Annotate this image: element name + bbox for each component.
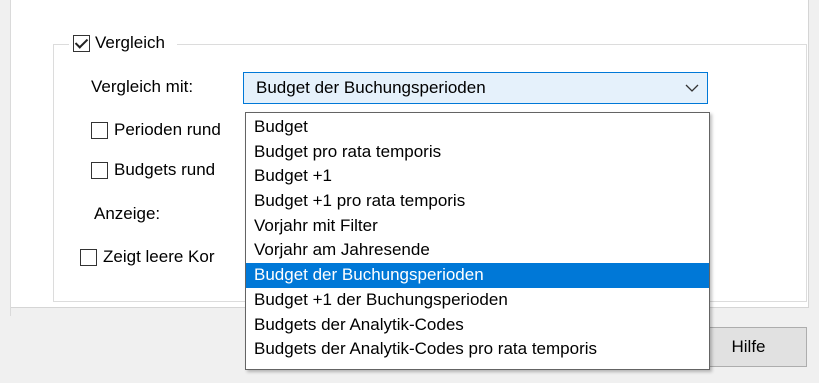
- comparison-checkbox[interactable]: [73, 34, 90, 52]
- round-periods-label: Perioden rund: [114, 120, 221, 139]
- round-budgets-checkbox[interactable]: [91, 161, 108, 179]
- round-periods-row[interactable]: Perioden rund: [91, 120, 221, 140]
- round-budgets-label: Budgets rund: [114, 160, 216, 179]
- comparison-checkbox-row[interactable]: Vergleich: [69, 29, 177, 57]
- dropdown-item[interactable]: Budget +1 pro rata temporis: [246, 189, 709, 214]
- dropdown-item[interactable]: Budget +1: [246, 164, 709, 189]
- dropdown-item[interactable]: Budgets der Analytik-Codes pro rata temp…: [246, 337, 709, 362]
- dropdown-item-selected[interactable]: Budget der Buchungsperioden: [246, 263, 709, 288]
- round-periods-checkbox[interactable]: [91, 121, 108, 139]
- display-label: Anzeige:: [94, 204, 161, 223]
- compare-with-dropdown-list: Budget Budget pro rata temporis Budget +…: [245, 112, 710, 370]
- round-budgets-row[interactable]: Budgets rund: [91, 160, 215, 180]
- compare-with-label: Vergleich mit:: [91, 77, 194, 96]
- dropdown-item[interactable]: Vorjahr mit Filter: [246, 214, 709, 239]
- chevron-down-icon[interactable]: [677, 84, 707, 92]
- show-empty-checkbox[interactable]: [80, 248, 97, 266]
- show-empty-label: Zeigt leere Kor: [103, 247, 215, 266]
- dropdown-item[interactable]: Budget +1 der Buchungsperioden: [246, 288, 709, 313]
- show-empty-row[interactable]: Zeigt leere Kor: [80, 247, 215, 267]
- dropdown-item[interactable]: Budget pro rata temporis: [246, 140, 709, 165]
- comparison-checkbox-label: Vergleich: [95, 33, 165, 52]
- dropdown-item[interactable]: Vorjahr am Jahresende: [246, 238, 709, 263]
- window-left-edge: [0, 0, 11, 316]
- dropdown-item[interactable]: Budget: [246, 115, 709, 140]
- compare-with-select[interactable]: Budget der Buchungsperioden: [243, 72, 708, 104]
- compare-with-selected-value: Budget der Buchungsperioden: [256, 78, 486, 97]
- dropdown-item[interactable]: Budgets der Analytik-Codes: [246, 313, 709, 338]
